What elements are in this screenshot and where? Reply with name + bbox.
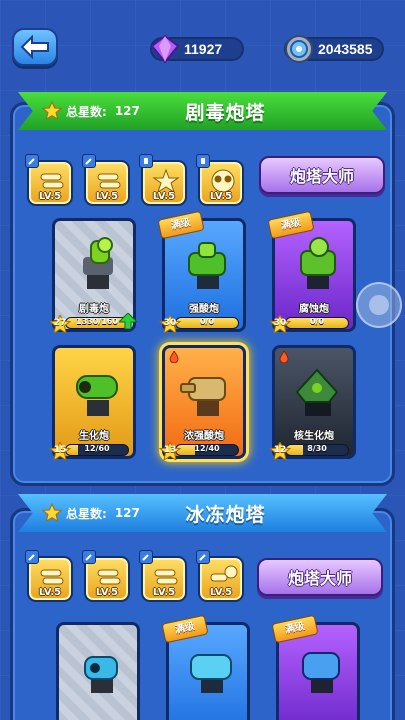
upgrade-level: LV.5 bbox=[152, 191, 176, 202]
tower-stars: 13 bbox=[158, 440, 182, 462]
tower-card[interactable]: 剧毒炮 1330/160 27 bbox=[48, 218, 137, 335]
tower-card-selected[interactable]: 浓强酸炮 12/40 13 bbox=[158, 345, 246, 462]
upgrade-level: LV.5 bbox=[95, 587, 119, 598]
upgrade-level: LV.5 bbox=[152, 587, 176, 598]
upgrade-button[interactable]: LV.5 bbox=[196, 154, 244, 206]
tower-name: 生化炮 bbox=[79, 431, 109, 442]
tower-card[interactable]: 满级 腐蚀炮 0/0 30 bbox=[267, 210, 356, 335]
wrench-icon bbox=[25, 154, 39, 168]
tower-card[interactable]: 满级 bbox=[271, 614, 360, 720]
nuclear-biochem-cannon-icon bbox=[295, 368, 339, 416]
tower-card[interactable]: 核生化炮 8/30 12 bbox=[268, 345, 356, 462]
section-title: 冰冻炮塔 bbox=[185, 503, 266, 526]
section-title: 剧毒炮塔 bbox=[185, 101, 266, 124]
chess-piece-icon bbox=[139, 154, 153, 168]
tower-stars: 30 bbox=[268, 313, 292, 335]
ice-section-header: 总星数: 127 冰冻炮塔 bbox=[18, 494, 387, 532]
upgrade-button[interactable]: LV.5 bbox=[82, 550, 130, 602]
upgrade-button[interactable]: LV.5 bbox=[196, 550, 244, 602]
gem-icon bbox=[150, 34, 180, 64]
gear-coin-icon bbox=[285, 35, 313, 63]
upgrade-level: LV.5 bbox=[95, 191, 119, 202]
wrench-icon bbox=[82, 550, 96, 564]
upgrade-level: LV.5 bbox=[209, 587, 233, 598]
tower-name: 核生化炮 bbox=[294, 431, 334, 442]
frost-cannon-icon bbox=[190, 654, 232, 693]
wrench-icon bbox=[139, 550, 153, 564]
upgrade-available-arrow-icon bbox=[119, 313, 137, 329]
tower-card[interactable] bbox=[56, 622, 140, 720]
tower-stars: 27 bbox=[48, 313, 72, 335]
tower-master-label: 炮塔大师 bbox=[289, 167, 354, 186]
wrench-icon bbox=[25, 550, 39, 564]
tower-name: 浓强酸炮 bbox=[184, 431, 224, 442]
poison-cannon-icon bbox=[83, 237, 113, 289]
progress-bar: 12/40 bbox=[175, 444, 239, 456]
upgrade-button[interactable]: LV.5 bbox=[139, 154, 187, 206]
tower-name: 腐蚀炮 bbox=[299, 304, 329, 315]
progress-bar: 0/0 bbox=[175, 317, 239, 329]
tower-card[interactable]: 生化炮 12/60 15 bbox=[48, 345, 136, 462]
back-arrow-icon bbox=[20, 35, 49, 59]
tower-master-label: 炮塔大师 bbox=[287, 569, 352, 588]
tower-name: 强酸炮 bbox=[189, 304, 219, 315]
floating-assistive-button[interactable] bbox=[356, 282, 402, 328]
tower-card[interactable]: 满级 bbox=[161, 614, 250, 720]
progress-bar: 8/30 bbox=[285, 444, 349, 456]
progress-bar: 0/0 bbox=[285, 317, 349, 329]
glacier-cannon-icon bbox=[302, 652, 340, 693]
gear-coin-counter[interactable]: 2043585 bbox=[284, 35, 384, 63]
tower-card[interactable]: 满级 强酸炮 0/0 30 bbox=[157, 210, 246, 335]
poison-section-header: 总星数: 127 剧毒炮塔 bbox=[18, 92, 387, 130]
gem-counter[interactable]: 11927 bbox=[150, 34, 244, 64]
upgrade-level: LV.5 bbox=[38, 191, 62, 202]
biochem-cannon-icon bbox=[76, 375, 118, 416]
wrench-icon bbox=[82, 154, 96, 168]
tower-stars: 12 bbox=[268, 440, 292, 462]
tower-master-button[interactable]: 炮塔大师 bbox=[257, 558, 383, 596]
tower-stars: 30 bbox=[158, 313, 182, 335]
chess-piece-icon bbox=[196, 154, 210, 168]
upgrade-button[interactable]: LV.5 bbox=[25, 154, 73, 206]
upgrade-button[interactable]: LV.5 bbox=[82, 154, 130, 206]
corrosion-cannon-icon bbox=[300, 237, 336, 289]
ice-cannon-icon bbox=[84, 656, 118, 693]
acid-cannon-icon bbox=[188, 242, 226, 289]
tower-master-button[interactable]: 炮塔大师 bbox=[259, 156, 385, 194]
tower-stars: 15 bbox=[48, 440, 72, 462]
gear-coin-count: 2043585 bbox=[318, 41, 373, 57]
strong-acid-cannon-icon bbox=[180, 377, 226, 416]
upgrade-button[interactable]: LV.5 bbox=[139, 550, 187, 602]
upgrade-level: LV.5 bbox=[38, 587, 62, 598]
gem-count: 11927 bbox=[184, 41, 223, 57]
progress-bar: 12/60 bbox=[65, 444, 129, 456]
upgrade-button[interactable]: LV.5 bbox=[25, 550, 73, 602]
back-button[interactable] bbox=[12, 28, 58, 66]
upgrade-level: LV.5 bbox=[209, 191, 233, 202]
wrench-icon bbox=[196, 550, 210, 564]
